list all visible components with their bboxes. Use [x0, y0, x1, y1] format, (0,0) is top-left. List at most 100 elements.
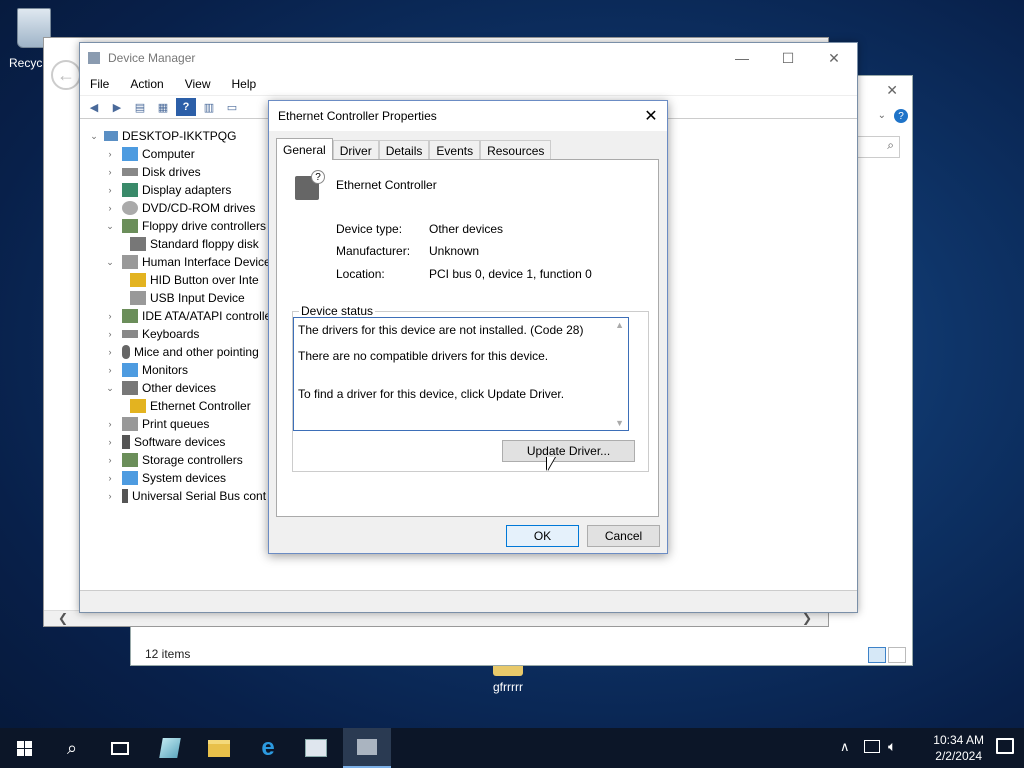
tree-item-keyboards[interactable]: › Keyboards: [104, 325, 200, 343]
menu-help[interactable]: Help: [232, 77, 257, 91]
tab-strip: General Driver Details Events Resources: [276, 138, 552, 160]
storage-icon: [122, 453, 138, 467]
tab-events[interactable]: Events: [429, 140, 481, 160]
cancel-button[interactable]: Cancel: [587, 525, 660, 547]
expand-icon[interactable]: ›: [104, 473, 116, 483]
back-icon[interactable]: ◀: [84, 98, 104, 116]
tab-driver[interactable]: Driver: [332, 140, 379, 160]
update-driver-button[interactable]: Update Driver...: [502, 440, 635, 462]
task-view-icon[interactable]: [96, 728, 144, 768]
menu-bar: File Action View Help: [80, 73, 857, 95]
tree-item-software-devices[interactable]: › Software devices: [104, 433, 225, 451]
expand-icon[interactable]: ›: [104, 185, 116, 195]
expand-icon[interactable]: ›: [104, 437, 116, 447]
collapse-icon[interactable]: ⌄: [104, 383, 116, 394]
menu-view[interactable]: View: [185, 77, 211, 91]
tree-item-usb-input[interactable]: USB Input Device: [124, 289, 245, 307]
tree-item-mice[interactable]: › Mice and other pointing: [104, 343, 259, 361]
expand-icon[interactable]: ›: [104, 455, 116, 465]
close-button[interactable]: ✕: [811, 43, 857, 73]
expand-icon[interactable]: ›: [104, 329, 116, 339]
scan-hardware-icon[interactable]: ▭: [222, 98, 242, 116]
tree-item-computer[interactable]: › Computer: [104, 145, 195, 163]
tree-item-usb[interactable]: › Universal Serial Bus cont: [104, 487, 266, 505]
scroll-left-icon[interactable]: ❮: [58, 611, 68, 625]
device-manager-taskbar-icon[interactable]: [343, 728, 391, 768]
device-tree: ⌄ DESKTOP-IKKTPQG › Computer › Disk drives …: [80, 123, 280, 583]
dialog-close-button[interactable]: ✕: [635, 101, 667, 131]
search-icon[interactable]: ⌕: [887, 138, 894, 153]
back-arrow-icon[interactable]: ←: [51, 60, 81, 90]
tree-item-standard-floppy[interactable]: Standard floppy disk: [124, 235, 259, 253]
tree-item-print-queues[interactable]: › Print queues: [104, 415, 209, 433]
folder-label: gfrrrrr: [493, 680, 523, 694]
close-icon[interactable]: ✕: [886, 82, 898, 99]
collapse-icon[interactable]: ⌄: [104, 257, 116, 268]
expand-icon[interactable]: ›: [104, 149, 116, 159]
expand-icon[interactable]: ›: [104, 203, 116, 213]
search-icon[interactable]: ⌕: [48, 728, 96, 768]
network-icon[interactable]: [864, 740, 880, 753]
tree-item-display-adapters[interactable]: › Display adapters: [104, 181, 231, 199]
chevron-down-icon[interactable]: ⌄: [878, 110, 886, 121]
tree-item-hid-button[interactable]: HID Button over Inte: [124, 271, 259, 289]
collapse-icon[interactable]: ⌄: [104, 221, 116, 232]
expand-icon[interactable]: ›: [104, 365, 116, 375]
scroll-down-icon[interactable]: ▼: [615, 418, 624, 428]
properties-icon[interactable]: ▦: [153, 98, 173, 116]
tree-item-hid[interactable]: ⌄ Human Interface Device: [104, 253, 271, 271]
internet-explorer-icon[interactable]: e: [244, 728, 292, 768]
details-view-icon[interactable]: [868, 647, 886, 663]
chevron-up-icon[interactable]: ∧: [840, 739, 850, 755]
scroll-right-icon[interactable]: ❯: [802, 611, 812, 625]
tab-general[interactable]: General: [276, 138, 333, 160]
tree-label: Human Interface Device: [142, 255, 271, 269]
expand-icon[interactable]: ›: [104, 419, 116, 429]
properties-dialog[interactable]: Ethernet Controller Properties ✕ General…: [268, 100, 668, 554]
device-name: Ethernet Controller: [336, 178, 437, 192]
tiles-view-icon[interactable]: [888, 647, 906, 663]
ok-button[interactable]: OK: [506, 525, 579, 547]
help-icon[interactable]: ?: [176, 98, 196, 116]
tab-resources[interactable]: Resources: [480, 140, 552, 160]
tree-item-dvd[interactable]: › DVD/CD-ROM drives: [104, 199, 255, 217]
control-panel-icon[interactable]: [292, 728, 340, 768]
tree-item-system-devices[interactable]: › System devices: [104, 469, 226, 487]
expand-icon[interactable]: ›: [104, 311, 116, 321]
show-hide-console-icon[interactable]: ▤: [130, 98, 150, 116]
scroll-up-icon[interactable]: ▲: [615, 320, 624, 330]
maximize-button[interactable]: ☐: [765, 43, 811, 73]
tree-label: Universal Serial Bus cont: [132, 489, 267, 503]
tree-item-disk-drives[interactable]: › Disk drives: [104, 163, 201, 181]
action-pane-icon[interactable]: ▥: [199, 98, 219, 116]
device-status-textbox[interactable]: The drivers for this device are not inst…: [293, 317, 629, 431]
expand-icon[interactable]: ›: [104, 347, 116, 357]
system-device-icon: [122, 471, 138, 485]
tree-item-ide[interactable]: › IDE ATA/ATAPI controlle: [104, 307, 271, 325]
start-button[interactable]: [0, 728, 48, 768]
menu-action[interactable]: Action: [130, 77, 163, 91]
expand-icon[interactable]: ›: [104, 167, 116, 177]
menu-file[interactable]: File: [90, 77, 109, 91]
tree-item-floppy-controllers[interactable]: ⌄ Floppy drive controllers: [104, 217, 266, 235]
volume-icon[interactable]: 🔈︎: [888, 738, 896, 755]
server-manager-icon[interactable]: [146, 728, 194, 768]
expand-icon[interactable]: ›: [104, 491, 116, 501]
tree-item-monitors[interactable]: › Monitors: [104, 361, 188, 379]
tree-item-other-devices[interactable]: ⌄ Other devices: [104, 379, 216, 397]
desktop-folder-icon[interactable]: gfrrrrr: [480, 666, 536, 694]
forward-icon[interactable]: ▶: [107, 98, 127, 116]
tree-item-ethernet-controller[interactable]: Ethernet Controller: [124, 397, 251, 415]
help-icon[interactable]: ?: [894, 109, 908, 123]
dialog-titlebar[interactable]: Ethernet Controller Properties: [269, 101, 667, 131]
tree-item-storage-controllers[interactable]: › Storage controllers: [104, 451, 243, 469]
tab-details[interactable]: Details: [378, 140, 430, 160]
tree-root[interactable]: ⌄ DESKTOP-IKKTPQG: [88, 127, 236, 145]
warning-device-icon: [130, 273, 146, 287]
notification-icon[interactable]: [996, 738, 1014, 754]
minimize-button[interactable]: —: [719, 43, 765, 73]
system-clock[interactable]: 10:34 AM 2/2/2024: [933, 732, 984, 764]
tree-label: Standard floppy disk: [150, 237, 259, 251]
collapse-icon[interactable]: ⌄: [88, 131, 100, 142]
file-explorer-icon[interactable]: [195, 728, 243, 768]
